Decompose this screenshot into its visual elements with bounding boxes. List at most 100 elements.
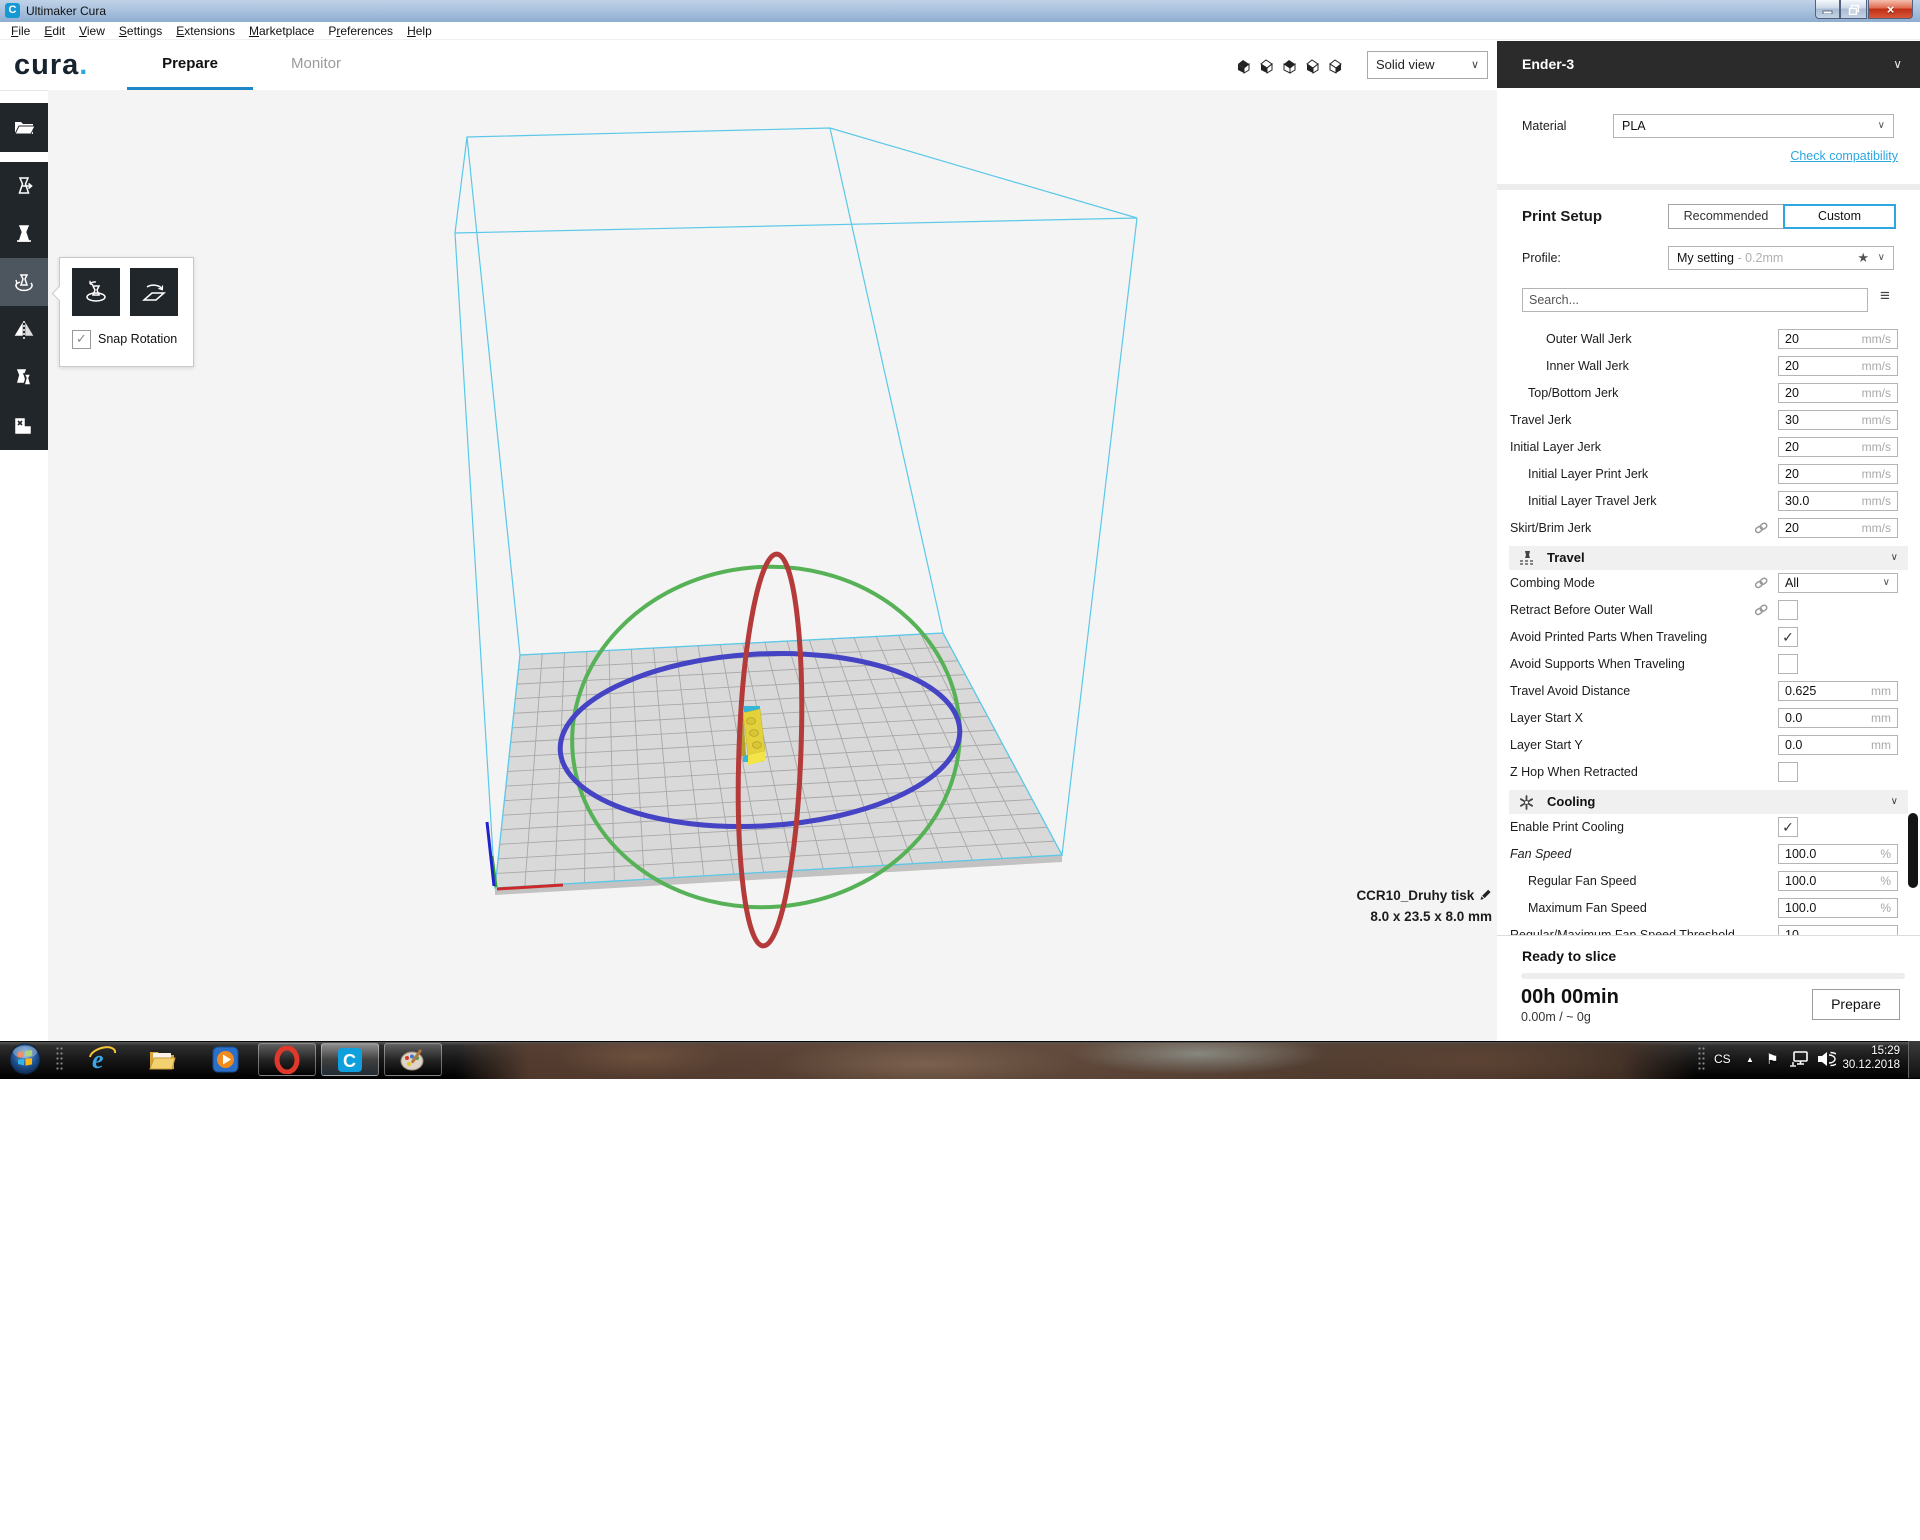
setting-row-skirt-brim-jerk: Skirt/Brim Jerk20mm/s bbox=[1497, 515, 1920, 542]
setting-unit: mm/s bbox=[1862, 384, 1891, 402]
settings-menu-icon[interactable]: ≡ bbox=[1880, 286, 1890, 306]
media-player-button[interactable] bbox=[210, 1044, 242, 1074]
setting-label: Inner Wall Jerk bbox=[1497, 353, 1629, 380]
job-name[interactable]: CCR10_Druhy tisk bbox=[1150, 888, 1492, 903]
view-3d-icon[interactable] bbox=[1235, 58, 1252, 75]
setting-input[interactable]: 20mm/s bbox=[1778, 383, 1898, 403]
support-blocker-button[interactable] bbox=[0, 402, 48, 450]
scale-tool-icon bbox=[12, 222, 36, 246]
setting-input[interactable]: 100.0% bbox=[1778, 898, 1898, 918]
section-header-travel[interactable]: Travel∨ bbox=[1509, 546, 1908, 570]
menu-file[interactable]: File bbox=[4, 24, 37, 38]
setting-dropdown[interactable]: All∨ bbox=[1778, 573, 1898, 593]
setting-input[interactable]: 0.0mm bbox=[1778, 708, 1898, 728]
snap-rotation-checkbox[interactable]: ✓ bbox=[72, 330, 91, 349]
windows-explorer-button[interactable] bbox=[146, 1044, 178, 1074]
setting-input[interactable]: 30mm/s bbox=[1778, 410, 1898, 430]
taskbar-grip[interactable] bbox=[56, 1047, 64, 1071]
tray-date: 30.12.2018 bbox=[1836, 1058, 1900, 1072]
mirror-tool-button[interactable] bbox=[0, 306, 48, 354]
star-icon[interactable]: ★ bbox=[1857, 247, 1869, 269]
material-dropdown[interactable]: PLA ∨ bbox=[1613, 114, 1894, 138]
tray-expand-icon[interactable]: ▲ bbox=[1746, 1041, 1754, 1078]
restore-button[interactable] bbox=[1840, 0, 1867, 19]
tab-prepare[interactable]: Prepare bbox=[127, 40, 253, 90]
volume-icon[interactable] bbox=[1816, 1050, 1836, 1073]
minimize-button[interactable] bbox=[1815, 0, 1840, 19]
setting-value: 100.0 bbox=[1785, 899, 1816, 917]
menu-extensions[interactable]: Extensions bbox=[169, 24, 242, 38]
network-icon[interactable] bbox=[1788, 1050, 1810, 1073]
edit-pencil-icon[interactable] bbox=[1478, 888, 1492, 902]
check-compatibility-link[interactable]: Check compatibility bbox=[1790, 149, 1898, 163]
rotate-tool-button[interactable] bbox=[0, 258, 48, 306]
paint-button[interactable] bbox=[384, 1043, 442, 1076]
menu-help[interactable]: Help bbox=[400, 24, 439, 38]
setting-input[interactable]: 20mm/s bbox=[1778, 356, 1898, 376]
action-center-flag-icon[interactable]: ⚑ bbox=[1766, 1041, 1779, 1078]
lay-flat-button[interactable] bbox=[130, 268, 178, 316]
profile-dropdown[interactable]: My setting - 0.2mm ★ ∨ bbox=[1668, 246, 1894, 270]
section-header-cooling[interactable]: Cooling∨ bbox=[1509, 790, 1908, 814]
setting-label: Enable Print Cooling bbox=[1497, 814, 1624, 841]
view-top-icon[interactable] bbox=[1281, 58, 1298, 75]
menu-view[interactable]: View bbox=[72, 24, 112, 38]
view-front-icon[interactable] bbox=[1258, 58, 1275, 75]
setting-row-z-hop-when-retracted: Z Hop When Retracted bbox=[1497, 759, 1920, 786]
setting-checkbox[interactable] bbox=[1778, 762, 1798, 782]
menu-marketplace[interactable]: Marketplace bbox=[242, 24, 321, 38]
link-icon bbox=[1754, 604, 1769, 622]
setting-input[interactable]: 100.0% bbox=[1778, 844, 1898, 864]
mirror-tool-icon bbox=[12, 318, 36, 342]
setting-checkbox[interactable] bbox=[1778, 654, 1798, 674]
machine-header[interactable]: Ender-3 ∨ bbox=[1497, 41, 1920, 88]
language-indicator[interactable]: CS bbox=[1714, 1041, 1731, 1078]
chevron-down-icon: ∨ bbox=[1878, 115, 1885, 137]
menu-preferences[interactable]: Preferences bbox=[321, 24, 400, 38]
open-file-button[interactable] bbox=[0, 103, 48, 151]
close-button[interactable]: × bbox=[1868, 0, 1913, 19]
recommended-button[interactable]: Recommended bbox=[1668, 204, 1784, 229]
reset-rotation-button[interactable] bbox=[72, 268, 120, 316]
scale-tool-button[interactable] bbox=[0, 210, 48, 258]
menu-settings[interactable]: Settings bbox=[112, 24, 169, 38]
setting-input[interactable]: 20mm/s bbox=[1778, 518, 1898, 538]
tray-grip[interactable] bbox=[1698, 1047, 1706, 1071]
setting-unit: % bbox=[1880, 845, 1891, 863]
setting-input[interactable]: 30.0mm/s bbox=[1778, 491, 1898, 511]
desktop-wallpaper-glimpse bbox=[455, 1043, 1695, 1079]
setting-input[interactable]: 10 bbox=[1778, 925, 1898, 935]
setting-unit: mm bbox=[1871, 736, 1891, 754]
setting-input[interactable]: 20mm/s bbox=[1778, 464, 1898, 484]
chevron-down-icon: ∨ bbox=[1883, 574, 1890, 592]
start-button[interactable] bbox=[9, 1043, 41, 1080]
setting-checkbox[interactable]: ✓ bbox=[1778, 627, 1798, 647]
show-desktop-button[interactable] bbox=[1908, 1041, 1920, 1078]
setting-row-travel-avoid-distance: Travel Avoid Distance0.625mm bbox=[1497, 678, 1920, 705]
view-mode-dropdown[interactable]: Solid view ∨ bbox=[1367, 51, 1488, 79]
menu-edit[interactable]: Edit bbox=[37, 24, 72, 38]
setting-input[interactable]: 0.625mm bbox=[1778, 681, 1898, 701]
setting-checkbox[interactable]: ✓ bbox=[1778, 817, 1798, 837]
internet-explorer-button[interactable]: e bbox=[86, 1044, 118, 1074]
tab-monitor[interactable]: Monitor bbox=[253, 40, 379, 87]
custom-button[interactable]: Custom bbox=[1783, 204, 1896, 229]
setting-input[interactable]: 100.0% bbox=[1778, 871, 1898, 891]
settings-search-input[interactable] bbox=[1522, 288, 1868, 312]
setting-row-combing-mode: Combing ModeAll∨ bbox=[1497, 570, 1920, 597]
per-model-settings-button[interactable] bbox=[0, 354, 48, 402]
setting-input[interactable]: 20mm/s bbox=[1778, 437, 1898, 457]
view-left-icon[interactable] bbox=[1304, 58, 1321, 75]
cura-logo: cura. bbox=[14, 49, 88, 82]
view-right-icon[interactable] bbox=[1327, 58, 1344, 75]
setting-input[interactable]: 0.0mm bbox=[1778, 735, 1898, 755]
prepare-button[interactable]: Prepare bbox=[1812, 989, 1900, 1020]
cura-taskbar-button[interactable]: C bbox=[321, 1043, 379, 1076]
setting-label: Fan Speed bbox=[1497, 841, 1571, 868]
panel-scrollbar[interactable] bbox=[1908, 813, 1918, 888]
tray-clock[interactable]: 15:29 30.12.2018 bbox=[1836, 1044, 1900, 1072]
setting-checkbox[interactable] bbox=[1778, 600, 1798, 620]
setting-input[interactable]: 20mm/s bbox=[1778, 329, 1898, 349]
opera-button[interactable] bbox=[258, 1043, 316, 1076]
move-tool-button[interactable] bbox=[0, 162, 48, 210]
